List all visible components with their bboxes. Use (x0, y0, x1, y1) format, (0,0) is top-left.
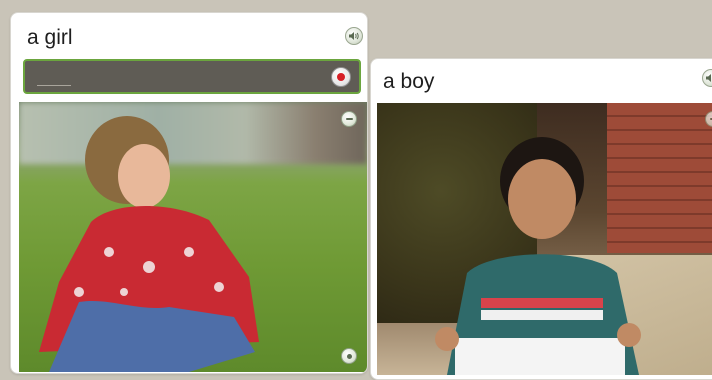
speaker-icon (705, 72, 712, 84)
expand-icon[interactable] (341, 111, 357, 127)
record-bar[interactable] (23, 59, 361, 94)
card-boy: a boy (370, 58, 712, 380)
girl-figure (19, 102, 367, 372)
boy-photo[interactable] (377, 103, 712, 375)
speaker-button[interactable] (702, 69, 712, 87)
corner-icon[interactable] (341, 348, 357, 364)
girl-photo[interactable] (19, 102, 367, 372)
card-title: a boy (383, 71, 434, 92)
text-cursor-line (37, 85, 71, 86)
speaker-button[interactable] (345, 27, 363, 45)
record-button[interactable] (331, 67, 351, 87)
card-title: a girl (27, 27, 73, 48)
card-girl: a girl (10, 12, 368, 374)
speaker-icon (348, 30, 360, 42)
boy-figure (377, 103, 712, 375)
record-icon (337, 73, 345, 81)
minus-glyph (346, 118, 353, 120)
dot-glyph (347, 354, 352, 359)
